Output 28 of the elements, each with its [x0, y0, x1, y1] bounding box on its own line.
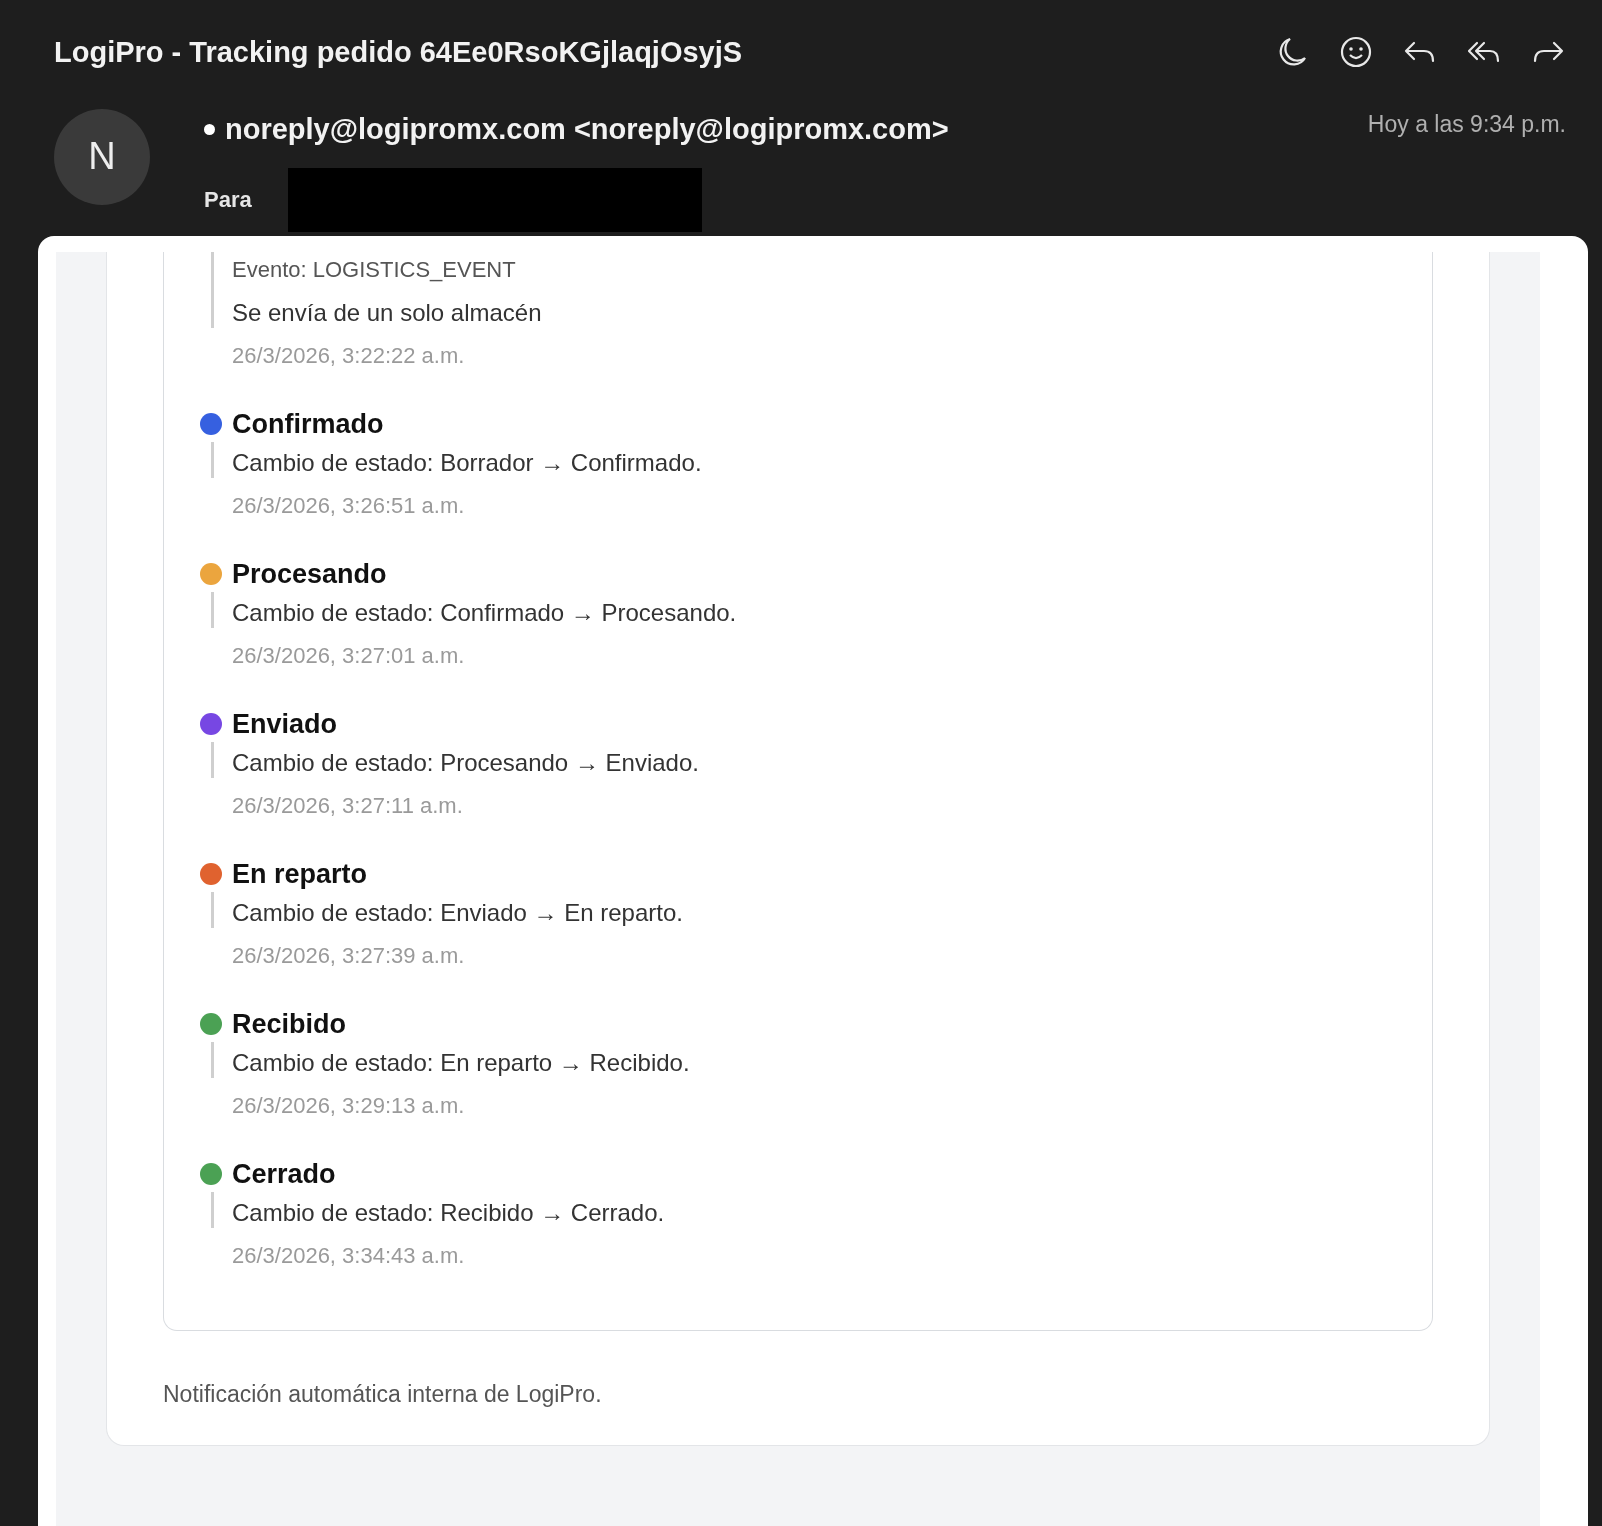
- received-time: Hoy a las 9:34 p.m.: [1367, 109, 1566, 139]
- event-date: 26/3/2026, 3:29:13 a.m.: [232, 1092, 466, 1120]
- event-date: 26/3/2026, 3:22:22 a.m.: [232, 342, 466, 370]
- recipient-label: Para: [204, 186, 252, 213]
- sender-address: noreply@logipromx.com <noreply@logipromx.com>: [225, 112, 949, 146]
- event-date: 26/3/2026, 3:27:39 a.m.: [232, 942, 466, 970]
- email-subject: LogiPro - Tracking pedido 64Ee0RsoKGjlaqjOsyjS: [54, 35, 743, 69]
- event-description: Cambio de estado: Recibido → Cerrado.: [232, 1198, 666, 1228]
- event-description: Cambio de estado: Enviado → En reparto.: [232, 898, 684, 928]
- event-date: 26/3/2026, 3:27:01 a.m.: [232, 642, 466, 670]
- status-title: Procesando: [232, 558, 388, 591]
- event-description: Cambio de estado: Borrador → Confirmado.: [232, 448, 703, 478]
- event-description: Cambio de estado: Procesando → Enviado.: [232, 748, 700, 778]
- smiley-icon[interactable]: [1338, 34, 1374, 70]
- event-description: Cambio de estado: Confirmado → Procesando.: [232, 598, 738, 628]
- event-date: 26/3/2026, 3:27:11 a.m.: [232, 792, 464, 820]
- event-description: Cambio de estado: En reparto → Recibido.: [232, 1048, 691, 1078]
- status-title: En reparto: [232, 858, 369, 891]
- status-title: Cerrado: [232, 1158, 337, 1191]
- event-description: Se envía de un solo almacén: [232, 298, 543, 328]
- status-title: Recibido: [232, 1008, 347, 1041]
- footer-note: Notificación automática interna de LogiPro.: [163, 1381, 603, 1408]
- status-title: Enviado: [232, 708, 339, 741]
- status-title: Confirmado: [232, 408, 385, 441]
- sender-avatar: N: [54, 108, 150, 205]
- event-date: 26/3/2026, 3:26:51 a.m.: [232, 492, 466, 520]
- event-date: 26/3/2026, 3:34:43 a.m.: [232, 1242, 466, 1270]
- event-label: Evento: LOGISTICS_EVENT: [232, 258, 517, 282]
